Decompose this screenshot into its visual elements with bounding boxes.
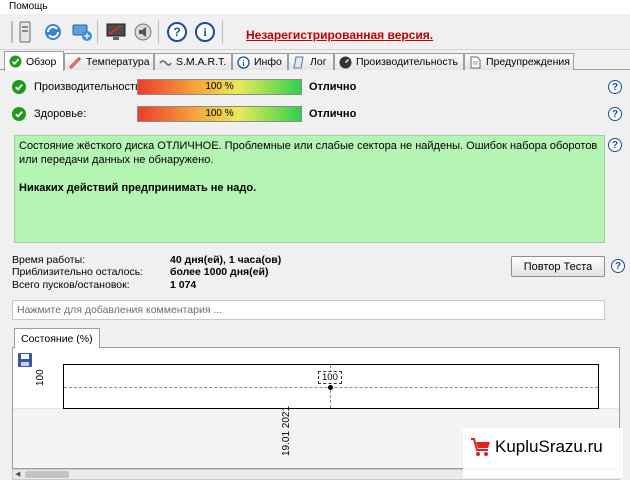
remaining-label: Приблизительно осталось: (12, 266, 144, 278)
help-icon[interactable]: ? (611, 259, 625, 273)
tab-info[interactable]: i Инфо (232, 53, 288, 70)
menu-help[interactable]: Помощь (9, 1, 48, 12)
toolbar-separator (97, 20, 98, 44)
start-stop-value: 1 074 (170, 279, 197, 291)
performance-status: Отлично (309, 81, 357, 93)
overview-panel: Производительность: 100 % Отлично ? Здор… (2, 70, 628, 480)
tab-log[interactable]: Лог (288, 53, 334, 70)
summary-action: Никаких действий предпринимать не надо. (19, 182, 257, 194)
performance-row: Производительность: 100 % Отлично (12, 78, 612, 96)
network-icon[interactable] (70, 20, 94, 44)
summary-text: Состояние жёсткого диска ОТЛИЧНОЕ. Пробл… (19, 140, 598, 166)
smart-icon (159, 59, 172, 66)
y-tick-label: 100 (35, 369, 46, 386)
uptime-value: 40 дня(ей), 1 часа(ов) (170, 254, 282, 266)
check-circle-icon (12, 107, 26, 121)
help-icon[interactable]: ? (608, 138, 622, 152)
status-summary: Состояние жёсткого диска ОТЛИЧНОЕ. Пробл… (14, 135, 605, 243)
retest-button[interactable]: Повтор Теста (511, 256, 605, 277)
gauge-icon (339, 56, 352, 68)
help-icon[interactable]: ? (165, 20, 189, 44)
remaining-value: более 1000 дня(ей) (170, 266, 269, 278)
save-icon[interactable] (17, 352, 33, 368)
performance-bar: 100 % (137, 79, 302, 95)
help-icon[interactable]: ? (608, 107, 622, 121)
data-point (328, 385, 333, 390)
menu-bar: Помощь (0, 0, 630, 14)
tab-performance[interactable]: Производительность (334, 53, 464, 70)
document-icon (470, 56, 481, 68)
drive-icon[interactable] (13, 20, 37, 44)
watermark: KupluSrazu.ru (463, 428, 623, 478)
about-icon[interactable]: i (193, 20, 217, 44)
log-icon (293, 56, 304, 68)
speaker-icon[interactable] (131, 20, 155, 44)
health-status: Отлично (309, 108, 357, 120)
unregistered-link[interactable]: Незарегистрированная версия. (246, 28, 433, 42)
data-label: 100 (318, 371, 342, 384)
monitor-icon[interactable] (104, 20, 128, 44)
toolbar-separator (158, 20, 159, 44)
uptime-label: Время работы: (12, 254, 86, 266)
tab-overview[interactable]: Обзор (4, 51, 64, 71)
check-circle-icon (12, 80, 26, 94)
tab-warnings[interactable]: Предупреждения (464, 53, 574, 70)
svg-text:?: ? (173, 25, 180, 39)
toolbar-separator (222, 20, 223, 44)
comment-input[interactable]: Нажмите для добавления комментария ... (12, 300, 605, 320)
tab-status-chart[interactable]: Состояние (%) (14, 328, 100, 348)
health-label: Здоровье: (34, 108, 87, 120)
check-circle-icon (9, 55, 22, 68)
start-stop-label: Всего пусков/остановок: (12, 279, 130, 291)
cart-icon (471, 438, 490, 456)
performance-label: Производительность: (34, 81, 144, 93)
health-row: Здоровье: 100 % Отлично (12, 105, 612, 123)
tab-bar: Обзор Температура S.M.A.R.T. i Инфо Лог … (0, 51, 630, 71)
refresh-icon[interactable] (41, 20, 65, 44)
thermometer-icon (69, 57, 81, 68)
tab-smart[interactable]: S.M.A.R.T. (154, 53, 232, 70)
plot-area: 100 (63, 364, 599, 409)
info-icon: i (237, 55, 250, 69)
health-bar: 100 % (137, 106, 302, 122)
help-icon[interactable]: ? (608, 80, 622, 94)
health-value: 100 % (205, 108, 234, 119)
x-tick-label: 19.01 2021 (281, 405, 292, 456)
toolbar: ? i Незарегистрированная версия. (0, 14, 630, 50)
watermark-text: KupluSrazu.ru (495, 437, 603, 456)
scrollbar-thumb[interactable] (25, 471, 69, 478)
performance-value: 100 % (205, 81, 234, 92)
scroll-left-icon[interactable]: ◀ (15, 470, 20, 478)
tab-temperature[interactable]: Температура (64, 53, 154, 70)
